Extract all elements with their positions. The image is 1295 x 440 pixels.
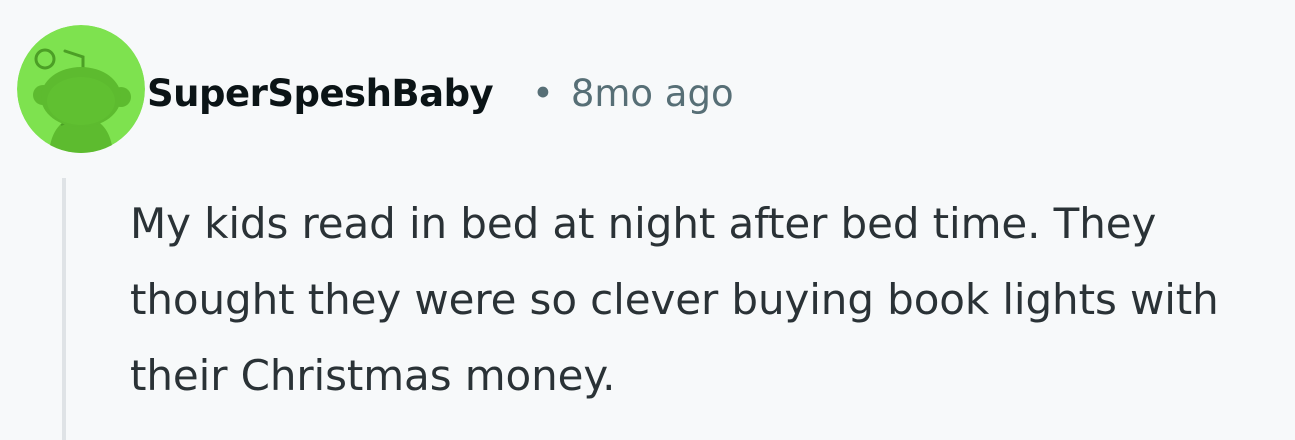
user-avatar[interactable] [17, 25, 145, 153]
comment-body-text: My kids read in bed at night after bed t… [130, 199, 1219, 400]
comment-author[interactable]: SuperSpeshBaby [147, 66, 494, 122]
comment-meta: • 8mo ago [532, 66, 734, 122]
meta-separator: • [532, 72, 554, 115]
comment-timestamp[interactable]: 8mo ago [571, 72, 734, 115]
thread-line[interactable] [62, 178, 66, 440]
comment: SuperSpeshBaby • 8mo ago My kids read in … [0, 0, 1295, 440]
snoo-avatar-icon [17, 25, 145, 153]
comment-body: My kids read in bed at night after bed t… [130, 186, 1295, 414]
